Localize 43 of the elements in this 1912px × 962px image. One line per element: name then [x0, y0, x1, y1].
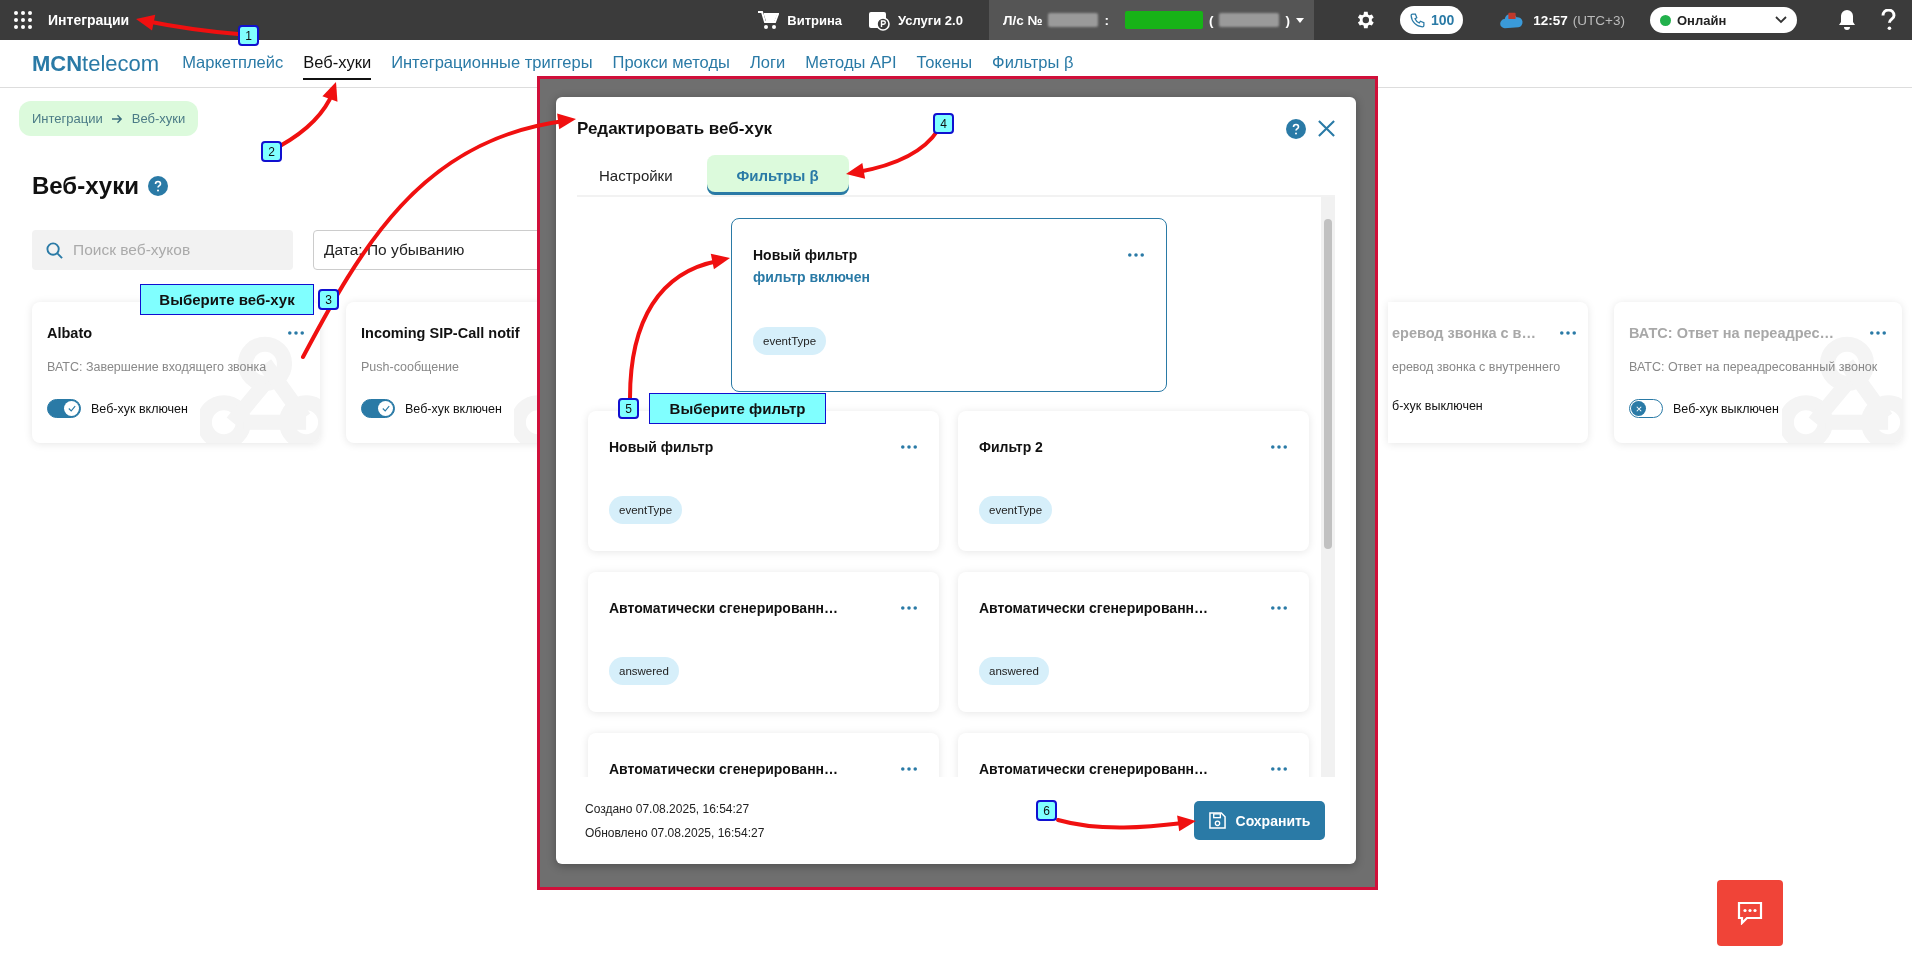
filter-tag: answered	[979, 657, 1049, 685]
hint-tooltip: Выберите веб-хук	[140, 284, 314, 315]
toggle-label: Веб-хук включен	[91, 401, 188, 416]
step-badge: 6	[1036, 800, 1057, 821]
timezone: (UTC+3)	[1572, 12, 1625, 28]
created-date: Создано 07.08.2025, 16:54:27	[585, 801, 751, 816]
webhook-event: еревод звонка с внутреннего	[1392, 359, 1562, 376]
step-badge: 4	[933, 113, 954, 134]
filter-tag: eventType	[979, 496, 1053, 524]
separator: :	[1104, 12, 1109, 28]
updated-date: Обновлено 07.08.2025, 16:54:27	[585, 825, 765, 840]
toggle-label: б-хук выключен	[1392, 399, 1483, 413]
webhook-title: Albato	[47, 325, 93, 341]
step-badge: 1	[238, 25, 259, 46]
step-badge: 5	[618, 398, 639, 419]
filter-tag: eventType	[753, 327, 827, 355]
filter-status: фильтр включен	[753, 269, 871, 285]
webhook-title: еревод звонка с в…	[1392, 325, 1536, 341]
filter-tag: eventType	[609, 496, 683, 524]
account-label: Л/с №	[1002, 12, 1043, 28]
page-heading: Веб-хуки	[32, 172, 139, 200]
webhook-event: ВАТС: Ответ на переадресованный звонок	[1629, 359, 1879, 376]
filter-title: Новый фильтр	[753, 247, 858, 263]
filter-title: Автоматически сгенерированн…	[609, 600, 839, 616]
step-badge: 2	[261, 141, 282, 162]
dialog-title: Редактировать веб-хук	[577, 118, 773, 139]
app-title: Интеграции	[48, 12, 130, 28]
filter-title: Автоматически сгенерированн…	[979, 600, 1209, 616]
toggle-label: Веб-хук включен	[405, 401, 502, 416]
hint-tooltip: Выберите фильтр	[649, 393, 826, 424]
webhook-title: ВАТС: Ответ на переадрес…	[1629, 325, 1834, 341]
paren-close: )	[1285, 12, 1290, 28]
step-badge: 3	[318, 289, 339, 310]
paren-open: (	[1208, 12, 1214, 28]
webhook-event: ВАТС: Завершение входящего звонка	[47, 359, 268, 376]
toggle-label: Веб-хук выключен	[1673, 401, 1779, 416]
filter-title: Автоматически сгенерированн…	[979, 761, 1209, 777]
filter-title: Автоматически сгенерированн…	[609, 761, 839, 777]
webhook-event: Push-сообщение	[361, 359, 461, 376]
filter-title: Фильтр 2	[979, 439, 1043, 455]
filter-tag: answered	[609, 657, 679, 685]
clock-time: 12:57	[1533, 12, 1568, 28]
webhook-title: Incoming SIP-Call notif	[361, 325, 520, 341]
